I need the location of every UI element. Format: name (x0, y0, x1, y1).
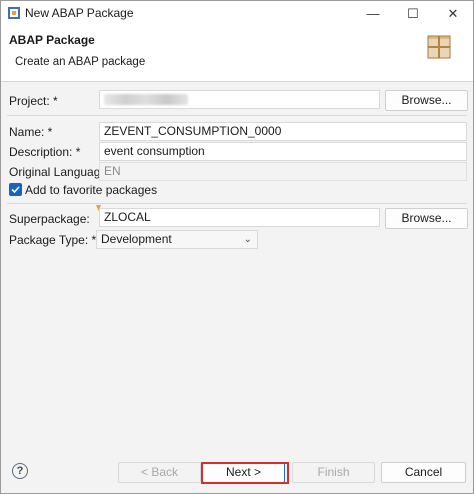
name-label: Name: * (9, 125, 53, 139)
description-field[interactable]: event consumption (99, 142, 467, 161)
separator (7, 115, 467, 116)
superpackage-browse-button[interactable]: Browse... (385, 208, 468, 229)
page-title: ABAP Package (9, 33, 95, 47)
close-icon[interactable]: ✕ (433, 1, 473, 26)
superpackage-field[interactable]: ZLOCAL (99, 208, 380, 227)
new-abap-package-dialog: New ABAP Package — ☐ ✕ ABAP Package Crea… (0, 0, 474, 494)
separator (7, 203, 467, 204)
back-button[interactable]: < Back (118, 462, 201, 483)
minimize-icon[interactable]: — (353, 1, 393, 26)
superpackage-label: Superpackage: (9, 212, 90, 226)
finish-button[interactable]: Finish (292, 462, 375, 483)
next-button-highlight (201, 462, 289, 484)
package-type-label: Package Type: * (9, 233, 97, 247)
chevron-down-icon: ⌄ (243, 234, 252, 245)
project-value-redacted (104, 94, 188, 106)
checkmark-icon (11, 186, 20, 194)
project-browse-button[interactable]: Browse... (385, 90, 468, 111)
project-field[interactable] (99, 90, 380, 109)
original-language-label: Original Language: (9, 165, 111, 179)
eclipse-app-icon (8, 7, 20, 19)
window-title: New ABAP Package (25, 6, 134, 20)
cancel-button[interactable]: Cancel (381, 462, 466, 483)
favorite-checkbox[interactable] (9, 183, 22, 196)
name-field[interactable]: ZEVENT_CONSUMPTION_0000 (99, 122, 467, 141)
original-language-field: EN (99, 162, 467, 181)
package-icon (427, 35, 451, 59)
package-type-select[interactable]: Development ⌄ (96, 230, 258, 249)
page-subtitle: Create an ABAP package (15, 56, 146, 68)
description-label: Description: * (9, 145, 81, 159)
title-bar: New ABAP Package — ☐ ✕ (1, 1, 473, 26)
wizard-header: ABAP Package Create an ABAP package (1, 26, 473, 82)
package-type-value: Development (101, 232, 172, 246)
maximize-icon[interactable]: ☐ (393, 1, 433, 26)
favorite-label: Add to favorite packages (25, 183, 158, 197)
project-label: Project: * (9, 94, 58, 108)
help-icon[interactable]: ? (12, 463, 28, 479)
